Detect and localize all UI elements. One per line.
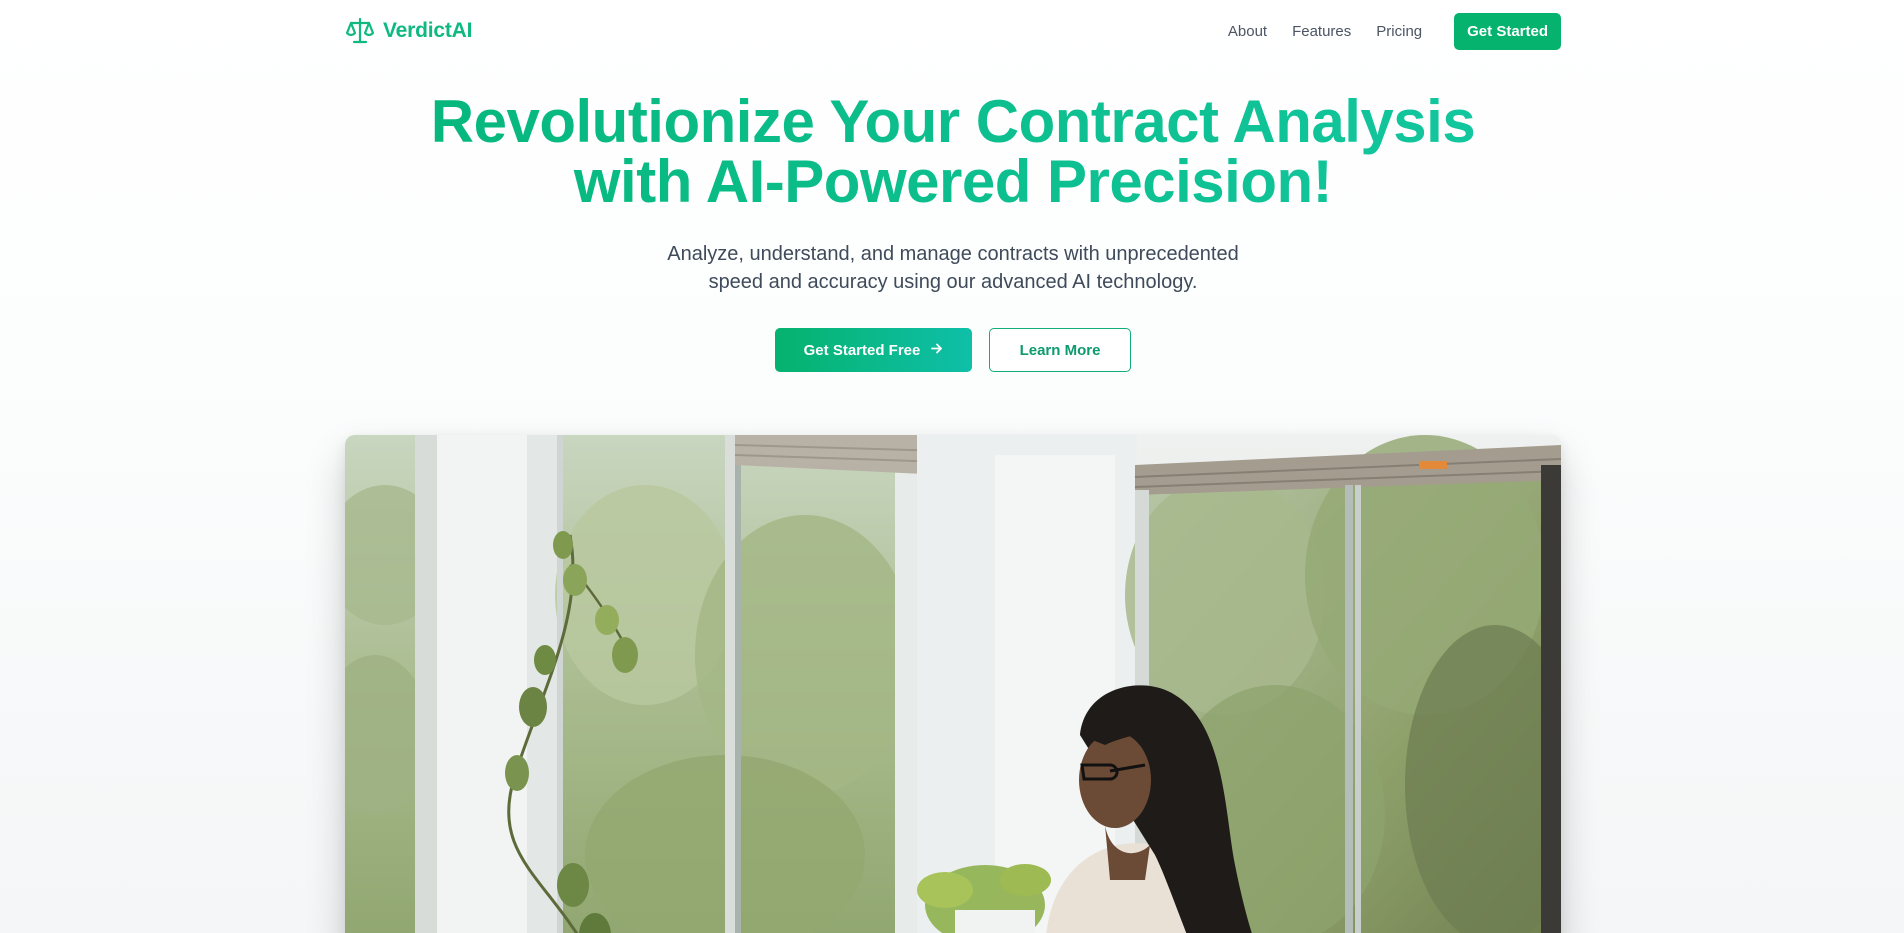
hero-subheading-line-1: Analyze, understand, and manage contract…	[667, 243, 1239, 265]
get-started-free-label: Get Started Free	[803, 341, 921, 359]
arrow-right-icon	[930, 342, 943, 359]
brand-name: VerdictAI	[383, 19, 473, 42]
hero-subheading: Analyze, understand, and manage contract…	[633, 240, 1273, 296]
get-started-button[interactable]: Get Started	[1454, 12, 1561, 50]
brand-logo-link[interactable]: VerdictAI	[345, 16, 472, 46]
nav-link-features[interactable]: Features	[1292, 23, 1351, 40]
hero-actions: Get Started Free Learn More	[345, 328, 1561, 372]
nav-menu: About Features Pricing Get Started	[1228, 12, 1561, 50]
hero-headline-line-1: Revolutionize Your Contract Analysis	[430, 88, 1476, 155]
nav-link-pricing[interactable]: Pricing	[1376, 23, 1422, 40]
top-nav: VerdictAI About Features Pricing Get Sta…	[345, 12, 1561, 50]
hero-photo	[345, 435, 1561, 933]
hero-headline-line-2: with AI-Powered Precision!	[573, 148, 1333, 215]
hero-subheading-line-2: speed and accuracy using our advanced AI…	[708, 271, 1198, 293]
nav-link-about[interactable]: About	[1228, 23, 1267, 40]
scale-icon	[345, 16, 375, 46]
learn-more-button[interactable]: Learn More	[989, 328, 1131, 372]
hero-section: Revolutionize Your Contract Analysis wit…	[345, 92, 1561, 372]
hero-headline: Revolutionize Your Contract Analysis wit…	[345, 92, 1561, 212]
get-started-free-button[interactable]: Get Started Free	[775, 328, 972, 372]
hero-image	[345, 435, 1561, 933]
